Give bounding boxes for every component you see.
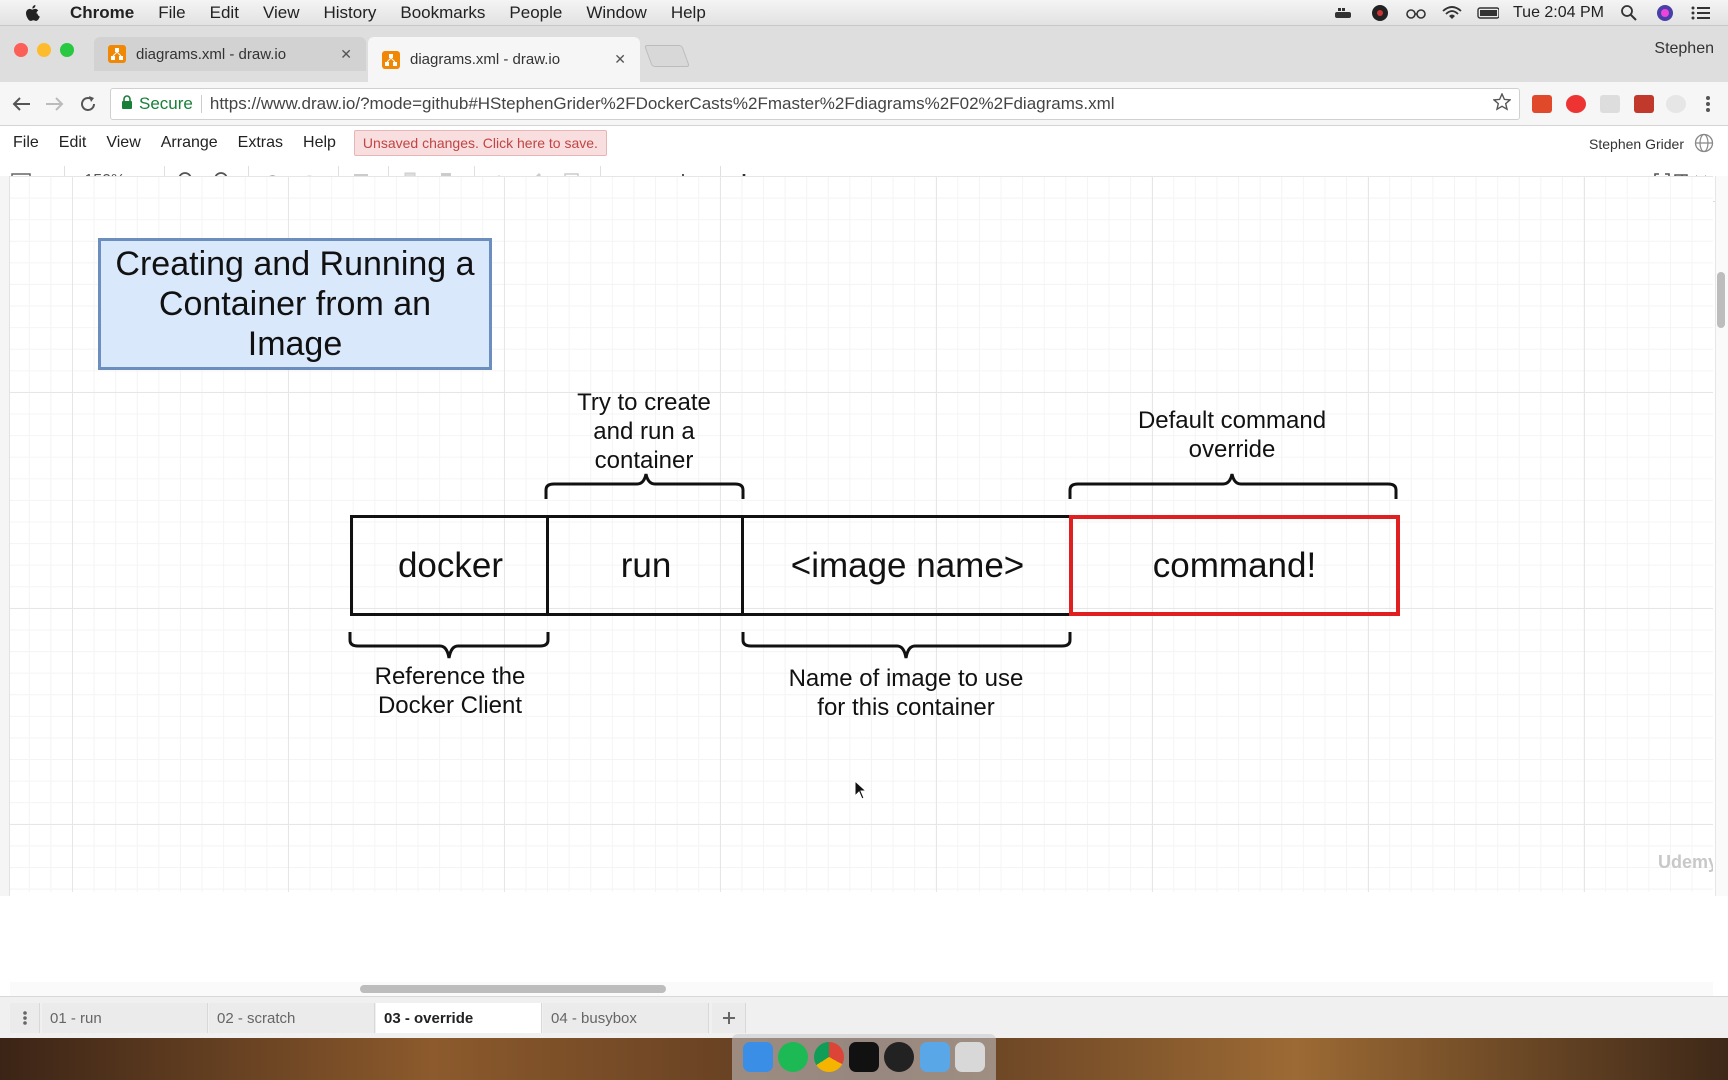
battery-icon[interactable]: [1477, 4, 1499, 22]
folder-dock-icon[interactable]: [919, 1042, 950, 1072]
drawio-menubar: File Edit View Arrange Extras Help Unsav…: [0, 126, 1728, 160]
trash-dock-icon[interactable]: [955, 1042, 986, 1072]
page-tab-3[interactable]: 03 - override: [376, 1003, 542, 1033]
close-tab-icon[interactable]: ✕: [340, 46, 352, 63]
forward-arrow-icon[interactable]: [42, 92, 66, 116]
left-edge: [0, 176, 10, 896]
add-page-icon[interactable]: [712, 1003, 746, 1033]
address-row: Secure https://www.draw.io/?mode=github#…: [0, 82, 1728, 126]
user-menu[interactable]: Stephen Grider: [1589, 136, 1684, 152]
drawio-menu-extras[interactable]: Extras: [228, 134, 293, 152]
wifi-icon[interactable]: [1441, 4, 1463, 22]
css-extension-icon[interactable]: [1600, 95, 1620, 113]
mouse-cursor-icon: [854, 780, 868, 800]
close-tab-icon[interactable]: ✕: [614, 51, 626, 68]
note-docker[interactable]: Reference the Docker Client: [360, 662, 540, 720]
diagram-canvas[interactable]: Creating and Running a Container from an…: [10, 176, 1713, 892]
menu-people[interactable]: People: [497, 3, 574, 23]
clock[interactable]: Tue 2:04 PM: [1513, 4, 1604, 22]
note-run[interactable]: Try to create and run a container: [564, 388, 724, 475]
menu-view[interactable]: View: [251, 3, 312, 23]
vertical-scroll-thumb[interactable]: [1717, 272, 1725, 328]
udemy-watermark: Udemy: [1658, 852, 1713, 872]
reload-icon[interactable]: [76, 92, 100, 116]
opera-extension-icon[interactable]: [1566, 95, 1586, 113]
tab-title: diagrams.xml - draw.io: [136, 45, 287, 63]
extension-icon[interactable]: [1532, 95, 1552, 113]
address-bar[interactable]: Secure https://www.draw.io/?mode=github#…: [110, 88, 1520, 120]
finder-dock-icon[interactable]: [742, 1042, 773, 1072]
close-window-button[interactable]: [14, 43, 28, 57]
language-globe-icon[interactable]: [1694, 133, 1716, 155]
drawio-favicon-icon: [108, 45, 126, 63]
pages-menu-icon[interactable]: [10, 1003, 40, 1033]
extension-icon[interactable]: [1666, 95, 1686, 113]
note-command[interactable]: Default command override: [1120, 406, 1344, 464]
shield-extension-icon[interactable]: [1634, 95, 1654, 113]
note-image[interactable]: Name of image to use for this container: [780, 664, 1032, 722]
page-tab-1[interactable]: 01 - run: [42, 1003, 208, 1033]
menu-bookmarks[interactable]: Bookmarks: [388, 3, 497, 23]
menu-window[interactable]: Window: [574, 3, 658, 23]
menu-history[interactable]: History: [311, 3, 388, 23]
bookmark-star-icon[interactable]: [1492, 91, 1512, 116]
drawio-favicon-icon: [382, 50, 400, 69]
drawio-menu-help[interactable]: Help: [293, 134, 346, 152]
page-tabs-bar: 01 - run 02 - scratch 03 - override 04 -…: [0, 996, 1728, 1038]
horizontal-scroll-thumb[interactable]: [360, 985, 666, 993]
new-tab-button[interactable]: [643, 45, 691, 67]
drawio-menu-file[interactable]: File: [0, 134, 49, 152]
macos-dock: [732, 1034, 996, 1080]
divider: [200, 95, 202, 113]
siri-icon[interactable]: [1654, 4, 1676, 22]
obs-dock-icon[interactable]: [884, 1042, 915, 1072]
unsaved-changes-button[interactable]: Unsaved changes. Click here to save.: [353, 130, 607, 156]
secure-label: Secure: [139, 94, 193, 113]
page-tab-2[interactable]: 02 - scratch: [209, 1003, 375, 1033]
glasses-icon[interactable]: [1405, 4, 1427, 22]
tab-strip: diagrams.xml - draw.io ✕ diagrams.xml - …: [0, 26, 1728, 82]
menu-file[interactable]: File: [146, 3, 197, 23]
obs-status-icon[interactable]: [1369, 4, 1391, 22]
notification-center-icon[interactable]: [1690, 4, 1712, 22]
zoom-window-button[interactable]: [60, 43, 74, 57]
tab-title: diagrams.xml - draw.io: [410, 51, 561, 68]
menu-help[interactable]: Help: [659, 3, 718, 23]
drawio-menu-view[interactable]: View: [96, 134, 150, 152]
macos-menubar: Chrome File Edit View History Bookmarks …: [0, 0, 1728, 26]
browser-tab-2[interactable]: diagrams.xml - draw.io ✕: [368, 37, 640, 82]
spotify-dock-icon[interactable]: [778, 1042, 809, 1072]
lock-icon: [121, 94, 133, 114]
horizontal-scrollbar[interactable]: [10, 982, 1713, 996]
terminal-dock-icon[interactable]: [848, 1042, 879, 1072]
url-text[interactable]: https://www.draw.io/?mode=github#HStephe…: [210, 94, 1115, 114]
menu-edit[interactable]: Edit: [198, 3, 251, 23]
drawio-menu-arrange[interactable]: Arrange: [151, 134, 228, 152]
apple-icon[interactable]: [22, 2, 44, 24]
chrome-dock-icon[interactable]: [813, 1042, 844, 1072]
back-arrow-icon[interactable]: [10, 92, 34, 116]
menu-app-chrome[interactable]: Chrome: [58, 3, 146, 23]
browser-tab-1[interactable]: diagrams.xml - draw.io ✕: [94, 37, 366, 71]
docker-status-icon[interactable]: [1333, 4, 1355, 22]
drawio-menu-edit[interactable]: Edit: [49, 134, 97, 152]
chrome-profile-name[interactable]: Stephen: [1654, 40, 1714, 58]
spotlight-search-icon[interactable]: [1618, 4, 1640, 22]
minimize-window-button[interactable]: [37, 43, 51, 57]
chrome-menu-icon[interactable]: [1696, 92, 1720, 116]
page-tab-4[interactable]: 04 - busybox: [543, 1003, 709, 1033]
